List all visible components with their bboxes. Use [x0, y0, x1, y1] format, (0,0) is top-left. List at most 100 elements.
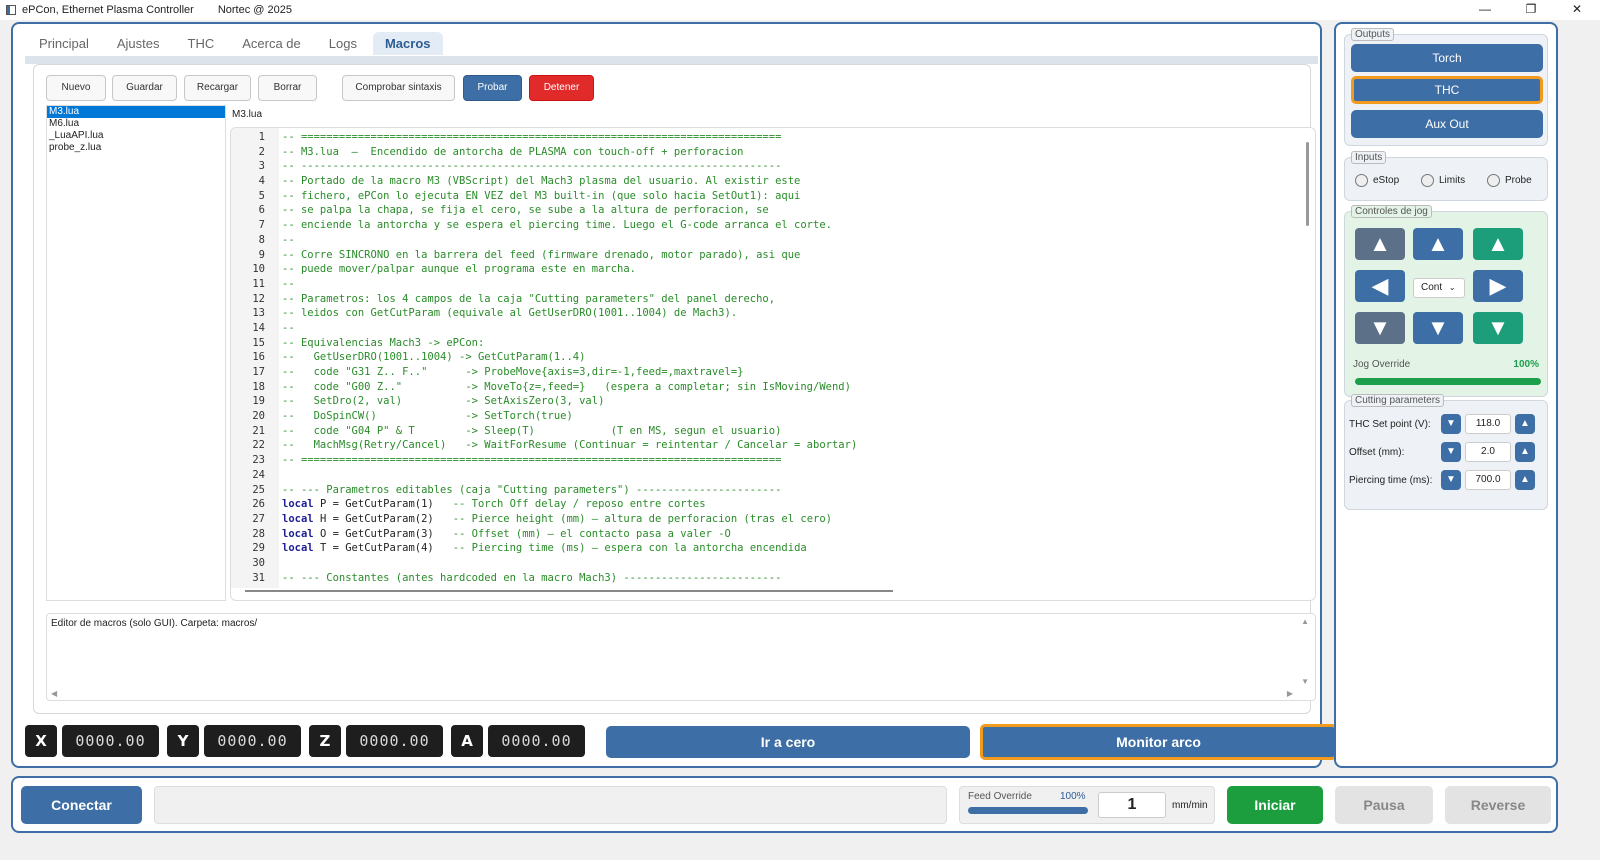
jog-y-down-button[interactable]: ▼ [1413, 312, 1463, 344]
jog-a-up-button[interactable]: ▲ [1473, 228, 1523, 260]
scroll-up-icon[interactable]: ▲ [1301, 617, 1309, 626]
code-keyword: local [282, 542, 314, 555]
piercing-time-increment-button[interactable]: ▲ [1515, 470, 1535, 490]
detener-button[interactable]: Detener [529, 75, 594, 101]
chevron-down-icon: ⌄ [1448, 283, 1456, 292]
thc-button[interactable]: THC [1351, 76, 1543, 104]
tab-thc[interactable]: THC [176, 32, 227, 55]
line-number: 15 [252, 336, 265, 349]
code-line: -- --- Constantes (antes hardcoded en la… [282, 571, 782, 584]
code-comment: -- Offset (mm) — el contacto pasa a vale… [452, 527, 731, 540]
close-button[interactable]: ✕ [1554, 0, 1600, 20]
code-comment: -- Pierce height (mm) — altura de perfor… [452, 512, 832, 525]
dro-value-y[interactable]: 0000.00 [204, 725, 301, 757]
line-number: 13 [252, 307, 265, 320]
code-line: local P = GetCutParam(1) -- Torch Off de… [282, 497, 1292, 512]
minimize-button[interactable]: — [1462, 0, 1508, 20]
dro-value-z[interactable]: 0000.00 [346, 725, 443, 757]
feed-override-slider[interactable] [968, 807, 1088, 814]
dro-value-a[interactable]: 0000.00 [488, 725, 585, 757]
code-text[interactable]: -- =====================================… [282, 130, 1292, 590]
code-line: -- fichero, ePCon lo ejecuta EN VEZ del … [282, 189, 801, 202]
iniciar-button[interactable]: Iniciar [1227, 786, 1323, 824]
probe-led-icon [1487, 174, 1500, 187]
ir-a-cero-button[interactable]: Ir a cero [606, 726, 970, 758]
recargar-button[interactable]: Recargar [184, 75, 251, 101]
tab-divider [25, 56, 1318, 64]
editor-horizontal-scrollbar[interactable] [245, 590, 893, 592]
jog-override-value: 100% [1513, 359, 1539, 370]
borrar-button[interactable]: Borrar [258, 75, 317, 101]
jog-x-left-button[interactable]: ◀ [1355, 270, 1405, 302]
jog-z-down-button[interactable]: ▼ [1355, 312, 1405, 344]
conectar-button[interactable]: Conectar [21, 786, 142, 824]
jog-x-right-button[interactable]: ▶ [1473, 270, 1523, 302]
monitor-arco-button[interactable]: Monitor arco [980, 724, 1337, 760]
code-line: -- puede mover/palpar aunque el programa… [282, 263, 637, 276]
file-item[interactable]: M6.lua [47, 118, 225, 130]
offset-increment-button[interactable]: ▲ [1515, 442, 1535, 462]
scroll-left-icon[interactable]: ◀ [51, 689, 57, 698]
reverse-button[interactable]: Reverse [1445, 786, 1551, 824]
code-comment: -- Piercing time (ms) — espera con la an… [452, 542, 807, 555]
file-item[interactable]: probe_z.lua [47, 142, 225, 154]
code-statement: H = GetCutParam(2) [319, 512, 453, 525]
thc-setpoint-decrement-button[interactable]: ▼ [1441, 414, 1461, 434]
jog-mode-select[interactable]: Cont ⌄ [1413, 278, 1465, 298]
piercing-time-decrement-button[interactable]: ▼ [1441, 470, 1461, 490]
code-comment: -- Torch Off delay / reposo entre cortes [452, 498, 706, 511]
code-line: -- --- Parametros editables (caja "Cutti… [282, 483, 782, 496]
probar-button[interactable]: Probar [463, 75, 522, 101]
file-item[interactable]: _LuaAPI.lua [47, 130, 225, 142]
thc-setpoint-input[interactable]: 118.0 [1465, 414, 1511, 434]
scroll-right-icon[interactable]: ▶ [1287, 689, 1293, 698]
app-icon [6, 5, 16, 15]
tab-ajustes[interactable]: Ajustes [105, 32, 172, 55]
offset-input[interactable]: 2.0 [1465, 442, 1511, 462]
line-number: 18 [252, 380, 265, 393]
line-number: 31 [252, 571, 265, 584]
maximize-button[interactable]: ❐ [1508, 0, 1554, 20]
code-line: -- [282, 277, 295, 290]
scroll-down-icon[interactable]: ▼ [1301, 677, 1309, 686]
offset-decrement-button[interactable]: ▼ [1441, 442, 1461, 462]
tab-macros[interactable]: Macros [372, 32, 443, 55]
inputs-group: Inputs eStop Limits Probe [1344, 151, 1548, 201]
guardar-button[interactable]: Guardar [112, 75, 177, 101]
piercing-time-input[interactable]: 700.0 [1465, 470, 1511, 490]
tab-logs[interactable]: Logs [317, 32, 369, 55]
editor-vertical-scrollbar[interactable] [1306, 142, 1309, 226]
code-editor[interactable]: 1 2 3 4 5 6 7 8 9 10 11 12 13 14 15 16 17 18 19 20 21 22 23 24 2… [230, 127, 1316, 601]
line-number: 29 [252, 542, 265, 555]
aux-out-button[interactable]: Aux Out [1351, 110, 1543, 138]
dro-axis-z: Z [309, 725, 341, 757]
code-line: -- M3.lua — Encendido de antorcha de PLA… [282, 145, 744, 158]
outputs-group: Outputs Torch THC Aux Out [1344, 28, 1548, 146]
pausa-button[interactable]: Pausa [1335, 786, 1433, 824]
jog-y-up-button[interactable]: ▲ [1413, 228, 1463, 260]
comprobar-sintaxis-button[interactable]: Comprobar sintaxis [342, 75, 455, 101]
tab-principal[interactable]: Principal [27, 32, 101, 55]
line-number: 28 [252, 527, 265, 540]
jog-a-down-button[interactable]: ▼ [1473, 312, 1523, 344]
feed-override-value: 100% [1060, 791, 1086, 802]
torch-button[interactable]: Torch [1351, 44, 1543, 72]
dro-value-x[interactable]: 0000.00 [62, 725, 159, 757]
line-number: 24 [252, 468, 265, 481]
code-line: -- Corre SINCRONO en la barrera del feed… [282, 248, 801, 261]
line-number: 21 [252, 424, 265, 437]
nuevo-button[interactable]: Nuevo [46, 75, 106, 101]
feed-rate-input[interactable]: 1 [1098, 792, 1166, 818]
right-panel: Outputs Torch THC Aux Out Inputs eStop L… [1334, 22, 1558, 768]
window-copyright: Nortec @ 2025 [217, 4, 292, 16]
file-item[interactable]: M3.lua [47, 106, 225, 118]
thc-setpoint-increment-button[interactable]: ▲ [1515, 414, 1535, 434]
jog-override-slider[interactable] [1355, 378, 1541, 385]
jog-z-up-button[interactable]: ▲ [1355, 228, 1405, 260]
bottom-bar: Conectar Feed Override 100% 1 mm/min Ini… [11, 776, 1558, 833]
editor-filename: M3.lua [232, 109, 263, 120]
tab-acerca-de[interactable]: Acerca de [230, 32, 313, 55]
code-line: -- [282, 321, 295, 334]
